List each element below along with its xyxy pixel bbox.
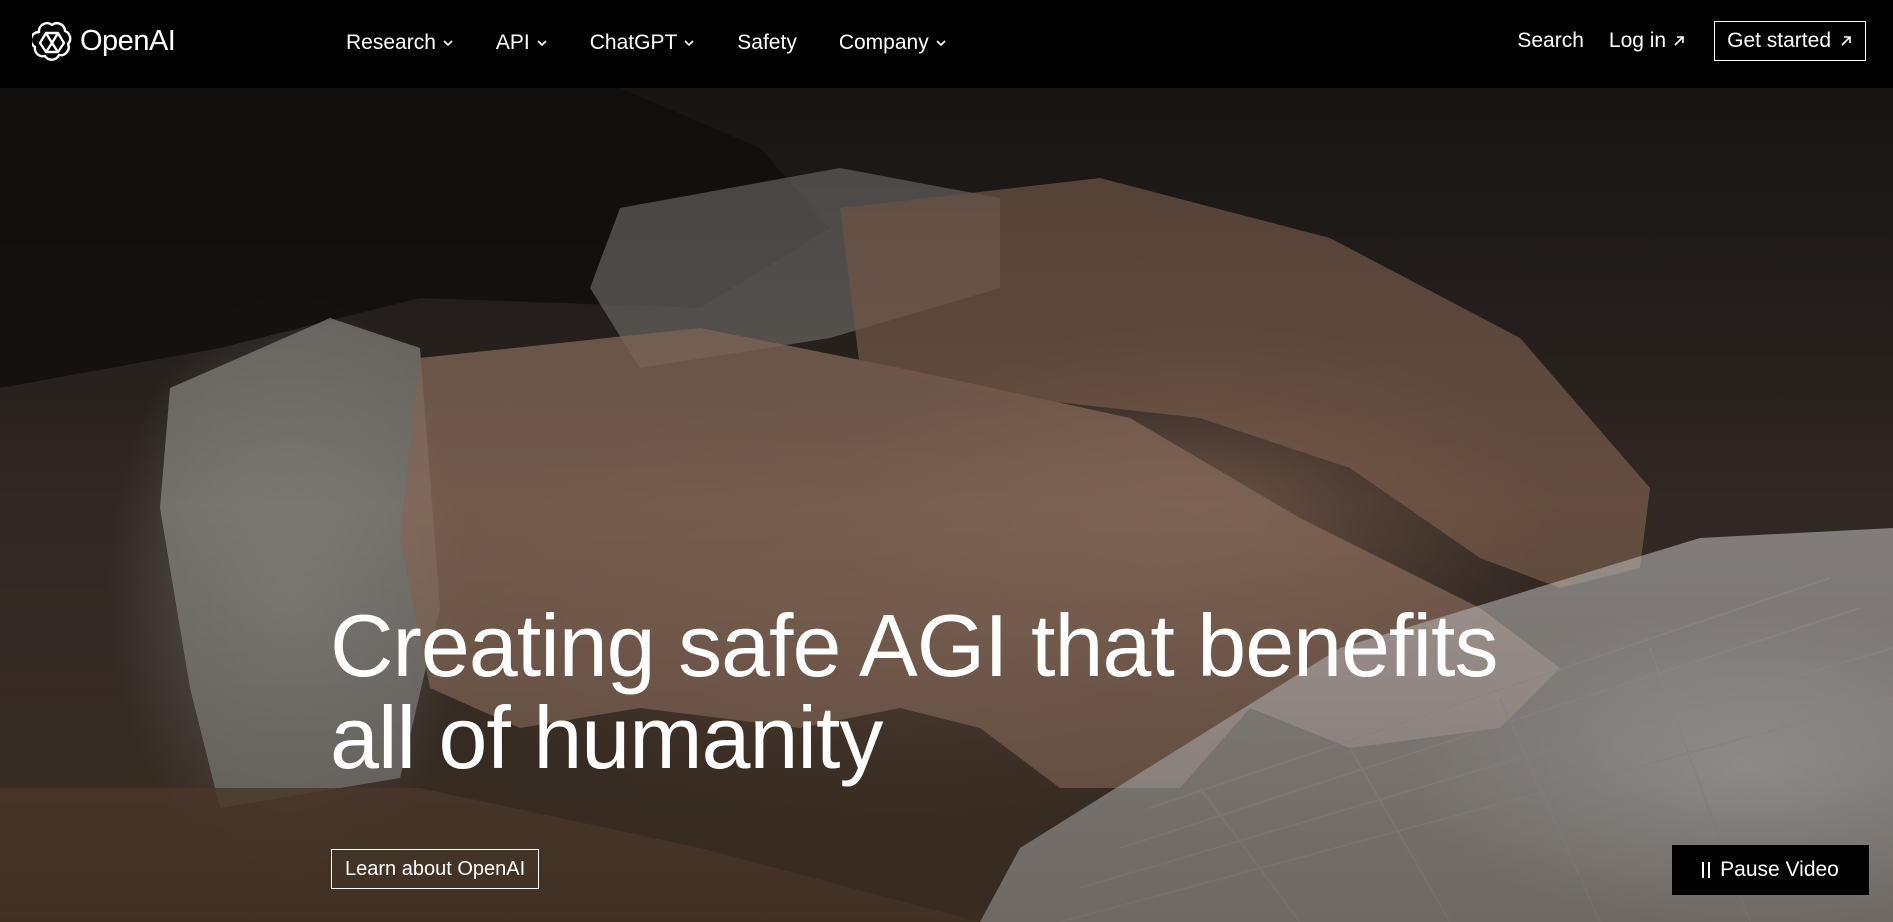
arrow-up-right-icon [1674,36,1684,46]
nav-item-research[interactable]: Research [346,31,475,55]
nav-item-safety[interactable]: Safety [716,31,818,55]
top-navigation: OpenAI Research API ChatGPT Safety Compa… [0,0,1893,88]
nav-item-chatgpt[interactable]: ChatGPT [569,31,717,55]
get-started-label: Get started [1727,29,1831,52]
hero-headline-line1: Creating safe AGI that benefits [330,596,1498,695]
pause-icon [1702,862,1711,878]
login-label: Log in [1608,29,1667,52]
chevron-down-icon [443,39,453,46]
nav-item-company[interactable]: Company [818,31,968,55]
chevron-down-icon [537,39,547,46]
learn-about-openai-button[interactable]: Learn about OpenAI [331,849,540,889]
arrow-up-right-icon [1841,36,1851,46]
hero-overlay [0,88,1893,922]
nav-item-label: Research [346,30,436,54]
chevron-down-icon [684,39,694,46]
brand-logo-link[interactable]: OpenAI [32,21,176,61]
chevron-down-icon [936,39,946,46]
search-link[interactable]: Search [1517,29,1584,53]
nav-item-label: ChatGPT [589,30,678,54]
hero-headline: Creating safe AGI that benefits all of h… [330,600,1630,784]
pause-video-label: Pause Video [1720,858,1839,881]
nav-actions: Search Log in Get started [1517,21,1866,61]
main-nav-menu: Research API ChatGPT Safety Company [346,0,968,85]
nav-item-label: API [495,30,530,54]
login-link[interactable]: Log in [1609,29,1686,53]
openai-logo-icon [32,22,72,61]
hero-headline-line2: all of humanity [330,688,883,787]
nav-item-label: Company [838,30,929,54]
nav-item-label: Safety [737,30,797,54]
hero-video-section: Creating safe AGI that benefits all of h… [0,88,1893,922]
get-started-button[interactable]: Get started [1714,21,1866,61]
brand-name: OpenAI [80,24,176,57]
pause-video-button[interactable]: Pause Video [1672,845,1869,895]
nav-item-api[interactable]: API [475,31,569,55]
